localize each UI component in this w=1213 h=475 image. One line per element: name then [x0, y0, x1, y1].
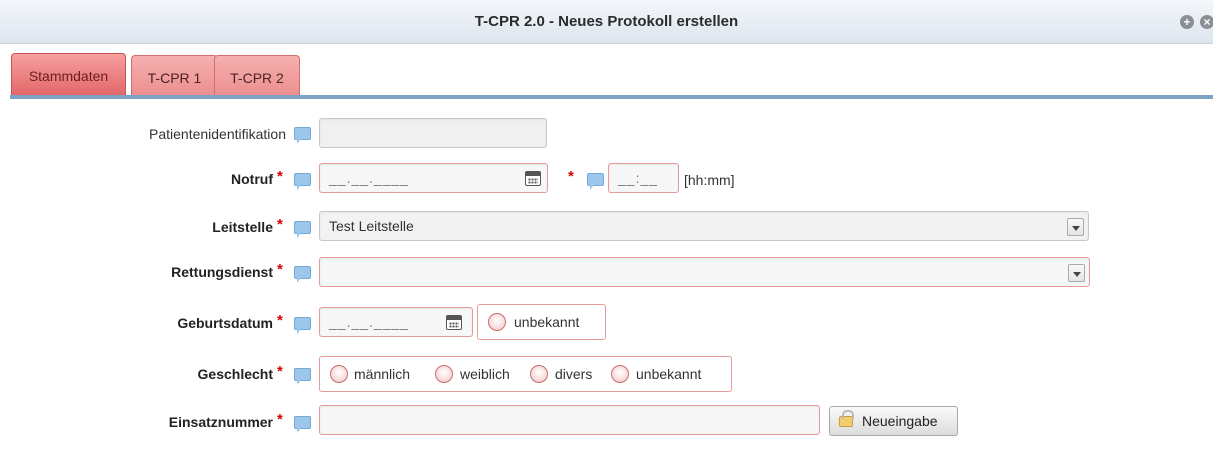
required-marker: *	[277, 411, 283, 428]
radio-label-divers: divers	[555, 366, 593, 382]
required-marker: *	[568, 168, 574, 185]
rettungsdienst-label: Rettungsdienst	[171, 264, 273, 280]
geschlecht-radio-group: männlich weiblich divers unbekannt	[319, 356, 732, 392]
patient-id-label: Patientenidentifikation	[149, 126, 286, 142]
tab-t-cpr-1[interactable]: T-CPR 1	[131, 55, 218, 95]
neueingabe-button-label: Neueingabe	[862, 413, 938, 429]
note-icon[interactable]	[294, 127, 311, 144]
note-icon[interactable]	[294, 368, 311, 385]
unknown-radio-label: unbekannt	[514, 314, 580, 330]
notruf-time-input[interactable]: __:__	[608, 163, 679, 193]
leitstelle-label: Leitstelle	[212, 219, 273, 235]
radio-unbekannt[interactable]	[611, 365, 629, 383]
note-icon[interactable]	[294, 266, 311, 283]
leitstelle-value: Test Leitstelle	[329, 218, 414, 234]
lock-icon	[839, 410, 854, 427]
geburtsdatum-input[interactable]: __.__.____	[319, 307, 473, 337]
close-circle-icon[interactable]: ×	[1200, 15, 1213, 29]
notruf-date-input[interactable]: __.__.____	[319, 163, 548, 193]
note-icon[interactable]	[294, 173, 311, 190]
patient-id-input[interactable]	[319, 118, 547, 148]
required-marker: *	[277, 312, 283, 329]
leitstelle-select[interactable]: Test Leitstelle	[319, 211, 1089, 241]
geburtsdatum-label: Geburtsdatum	[177, 315, 273, 331]
einsatznummer-input[interactable]	[319, 405, 820, 435]
notruf-label: Notruf	[231, 171, 273, 187]
radio-maennlich[interactable]	[330, 365, 348, 383]
geburtsdatum-unknown-group: unbekannt	[477, 304, 606, 340]
note-icon[interactable]	[294, 416, 311, 433]
calendar-icon[interactable]	[446, 315, 462, 330]
time-unit-label: [hh:mm]	[684, 172, 735, 188]
rettungsdienst-select[interactable]	[319, 257, 1090, 287]
window-title: T-CPR 2.0 - Neues Protokoll erstellen	[474, 13, 739, 30]
tab-underline	[10, 95, 1213, 99]
required-marker: *	[277, 168, 283, 185]
note-icon[interactable]	[587, 173, 604, 190]
chevron-down-icon[interactable]	[1068, 264, 1085, 282]
geschlecht-label: Geschlecht	[197, 366, 273, 382]
radio-divers[interactable]	[530, 365, 548, 383]
time-mask: __:__	[618, 170, 659, 186]
unknown-radio[interactable]	[488, 313, 506, 331]
radio-label-maennlich: männlich	[354, 366, 411, 382]
window-titlebar: T-CPR 2.0 - Neues Protokoll erstellen + …	[0, 0, 1213, 44]
radio-label-unbekannt: unbekannt	[636, 366, 702, 382]
neueingabe-button[interactable]: Neueingabe	[829, 406, 958, 436]
radio-label-weiblich: weiblich	[460, 366, 510, 382]
einsatznummer-label: Einsatznummer	[168, 414, 273, 430]
tab-t-cpr-2[interactable]: T-CPR 2	[214, 55, 300, 95]
tab-stammdaten[interactable]: Stammdaten	[11, 53, 126, 95]
calendar-icon[interactable]	[525, 171, 541, 186]
radio-weiblich[interactable]	[435, 365, 453, 383]
date-mask: __.__.____	[329, 314, 410, 330]
note-icon[interactable]	[294, 221, 311, 238]
chevron-down-icon[interactable]	[1067, 218, 1084, 236]
date-mask: __.__.____	[329, 170, 410, 186]
plus-circle-icon[interactable]: +	[1180, 15, 1194, 29]
required-marker: *	[277, 261, 283, 278]
note-icon[interactable]	[294, 317, 311, 334]
required-marker: *	[277, 216, 283, 233]
required-marker: *	[277, 363, 283, 380]
